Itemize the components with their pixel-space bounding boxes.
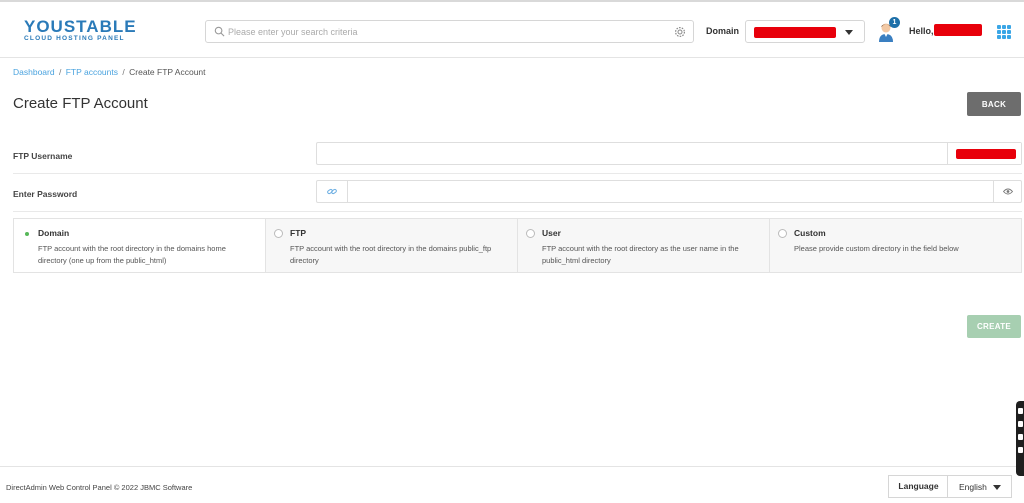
chevron-down-icon xyxy=(993,485,1001,490)
logo[interactable]: YOUSTABLE CLOUD HOSTING PANEL xyxy=(24,17,137,42)
create-button[interactable]: CREATE xyxy=(967,315,1021,338)
breadcrumb-separator: / xyxy=(122,67,125,77)
option-title: User xyxy=(542,228,561,238)
radio-domain[interactable] xyxy=(22,229,31,238)
option-ftp[interactable]: FTP FTP account with the root directory … xyxy=(266,219,518,272)
logo-text: YOUSTABLE xyxy=(24,17,137,36)
ftp-username-input[interactable] xyxy=(323,144,943,163)
eye-icon xyxy=(1003,188,1013,195)
option-description: FTP account with the root directory as t… xyxy=(542,244,739,265)
back-button[interactable]: BACK xyxy=(967,92,1021,116)
chevron-down-icon xyxy=(845,30,853,35)
option-user[interactable]: User FTP account with the root directory… xyxy=(518,219,770,272)
radio-ftp[interactable] xyxy=(274,229,283,238)
option-description: Please provide custom directory in the f… xyxy=(794,244,959,253)
option-description: FTP account with the root directory in t… xyxy=(38,244,226,265)
copyright-text: DirectAdmin Web Control Panel © 2022 JBM… xyxy=(6,483,193,492)
top-border xyxy=(0,0,1024,2)
top-bar: YOUSTABLE CLOUD HOSTING PANEL Domain 1 H… xyxy=(0,0,1024,58)
domain-label: Domain xyxy=(706,26,740,36)
radio-custom[interactable] xyxy=(778,229,787,238)
option-title: FTP xyxy=(290,228,307,238)
option-title: Domain xyxy=(38,228,70,238)
search-box[interactable] xyxy=(205,20,694,43)
password-field[interactable] xyxy=(316,180,1022,203)
breadcrumb: Dashboard / FTP accounts / Create FTP Ac… xyxy=(13,67,206,77)
language-select[interactable]: English xyxy=(947,475,1012,498)
footer: DirectAdmin Web Control Panel © 2022 JBM… xyxy=(0,466,1024,503)
domain-value-redacted xyxy=(754,27,836,38)
password-input[interactable] xyxy=(353,182,983,201)
password-label: Enter Password xyxy=(13,189,78,199)
ftp-username-label: FTP Username xyxy=(13,151,73,161)
breadcrumb-dashboard[interactable]: Dashboard xyxy=(13,67,55,77)
language-value: English xyxy=(959,482,987,492)
breadcrumb-ftp-accounts[interactable]: FTP accounts xyxy=(66,67,118,77)
apps-grid-icon[interactable] xyxy=(997,25,1011,39)
notification-badge[interactable]: 1 xyxy=(889,17,900,28)
username-suffix xyxy=(947,143,1021,164)
link-icon xyxy=(327,188,337,195)
radio-user[interactable] xyxy=(526,229,535,238)
option-title: Custom xyxy=(794,228,826,238)
search-input[interactable] xyxy=(228,23,668,40)
generate-password-button[interactable] xyxy=(317,181,348,202)
search-icon xyxy=(214,26,225,37)
user-name-redacted[interactable] xyxy=(934,24,982,36)
language-label: Language xyxy=(888,475,948,498)
page-title: Create FTP Account xyxy=(13,95,148,112)
ftp-username-row: FTP Username xyxy=(13,136,1022,174)
domain-select[interactable] xyxy=(745,20,865,43)
show-password-button[interactable] xyxy=(993,181,1021,202)
hello-label: Hello, xyxy=(909,26,934,36)
gear-icon[interactable] xyxy=(674,26,686,38)
option-description: FTP account with the root directory in t… xyxy=(290,244,492,265)
breadcrumb-current: Create FTP Account xyxy=(129,67,206,77)
option-custom[interactable]: Custom Please provide custom directory i… xyxy=(770,219,1021,272)
ftp-username-field[interactable] xyxy=(316,142,1022,165)
password-row: Enter Password xyxy=(13,174,1022,212)
breadcrumb-separator: / xyxy=(58,67,62,77)
side-toolbar-widget[interactable] xyxy=(1016,401,1024,476)
option-domain[interactable]: Domain FTP account with the root directo… xyxy=(14,219,266,272)
logo-subtitle: CLOUD HOSTING PANEL xyxy=(24,35,125,42)
username-suffix-redacted xyxy=(956,149,1016,159)
directory-options: Domain FTP account with the root directo… xyxy=(13,218,1022,273)
